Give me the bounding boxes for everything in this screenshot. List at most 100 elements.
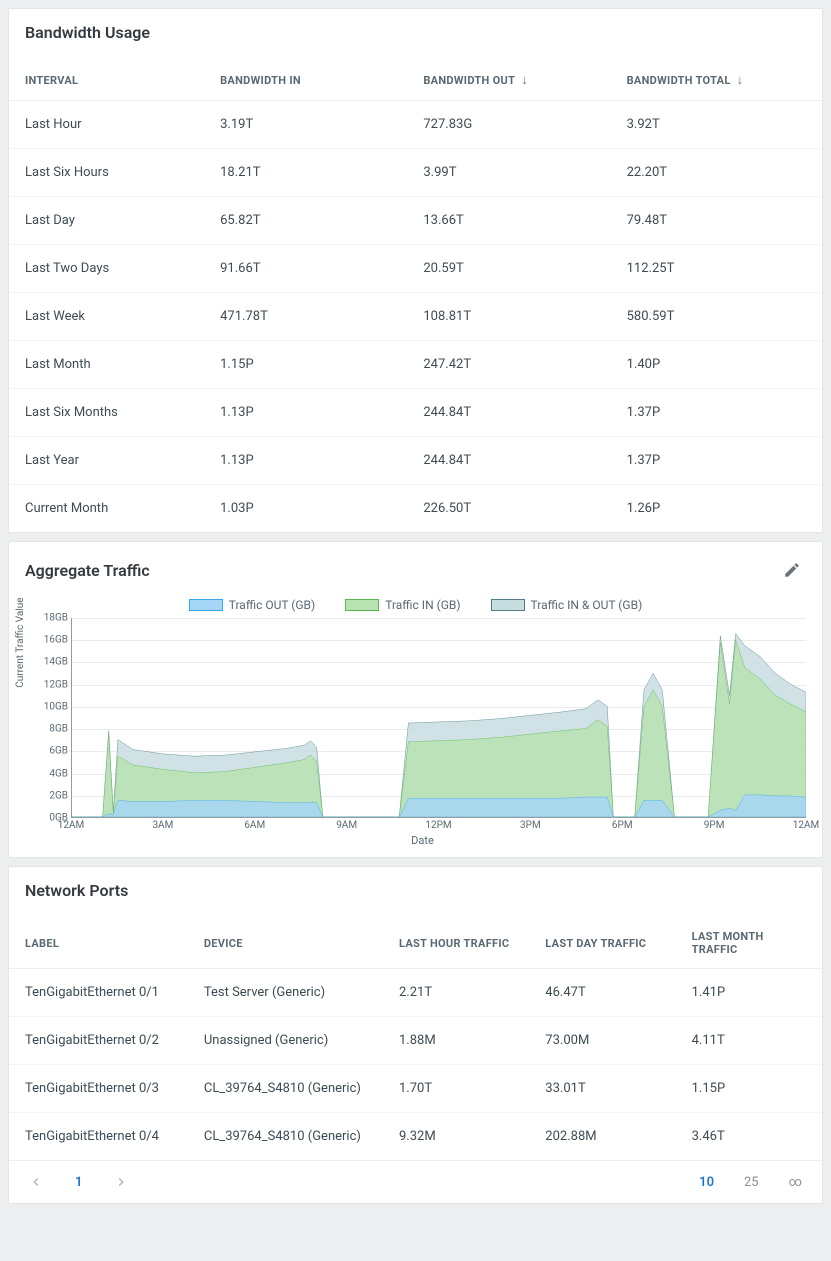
cell-in: 471.78T: [204, 293, 407, 341]
bandwidth-usage-card: Bandwidth Usage INTERVAL BANDWIDTH IN BA…: [8, 8, 823, 533]
page-size-10[interactable]: 10: [693, 1171, 720, 1194]
page-size-∞[interactable]: ∞: [783, 1171, 808, 1194]
cell-total: 22.20T: [611, 149, 822, 197]
col-bandwidth-in[interactable]: BANDWIDTH IN: [204, 52, 407, 101]
col-hour-traffic[interactable]: LAST HOUR TRAFFIC: [383, 910, 529, 969]
edit-button[interactable]: [778, 556, 806, 584]
legend-out[interactable]: Traffic OUT (GB): [189, 598, 315, 612]
ytick: 12GB: [38, 679, 68, 690]
cell-total: 1.26P: [611, 485, 822, 533]
cell-interval: Last Six Months: [9, 389, 204, 437]
col-out-label: BANDWIDTH OUT: [423, 74, 515, 87]
cell-month: 4.11T: [676, 1017, 822, 1065]
cell-hour: 9.32M: [383, 1113, 529, 1161]
cell-out: 244.84T: [407, 389, 610, 437]
cell-in: 1.13P: [204, 389, 407, 437]
col-day-text: LAST DAY TRAFFIC: [545, 937, 646, 950]
legend-out-label: Traffic OUT (GB): [229, 598, 315, 612]
chart-ylabel: Current Traffic Value: [15, 597, 26, 687]
cell-in: 65.82T: [204, 197, 407, 245]
table-row: Last Month1.15P247.42T1.40P: [9, 341, 822, 389]
table-row: Current Month1.03P226.50T1.26P: [9, 485, 822, 533]
cell-total: 1.37P: [611, 389, 822, 437]
table-row: Last Year1.13P244.84T1.37P: [9, 437, 822, 485]
col-month-traffic[interactable]: LAST MONTH TRAFFIC: [676, 910, 822, 969]
col-label[interactable]: LABEL: [9, 910, 188, 969]
cell-in: 1.15P: [204, 341, 407, 389]
cell-day: 46.47T: [529, 969, 675, 1017]
cell-in: 3.19T: [204, 101, 407, 149]
legend-both-label: Traffic IN & OUT (GB): [531, 598, 643, 612]
xtick: 12PM: [425, 820, 451, 831]
cell-label: TenGigabitEthernet 0/3: [9, 1065, 188, 1113]
chevron-left-icon: [29, 1175, 43, 1189]
xtick: 12AM: [793, 820, 820, 831]
xtick: 3PM: [520, 820, 541, 831]
ytick: 8GB: [38, 724, 68, 735]
table-row[interactable]: TenGigabitEthernet 0/3CL_39764_S4810 (Ge…: [9, 1065, 822, 1113]
ports-header: Network Ports: [9, 867, 822, 910]
ytick: 14GB: [38, 657, 68, 668]
cell-out: 244.84T: [407, 437, 610, 485]
cell-in: 18.21T: [204, 149, 407, 197]
cell-interval: Last Two Days: [9, 245, 204, 293]
legend-both[interactable]: Traffic IN & OUT (GB): [491, 598, 643, 612]
ytick: 6GB: [38, 746, 68, 757]
next-page-button[interactable]: [108, 1169, 134, 1195]
cell-total: 79.48T: [611, 197, 822, 245]
chart-plot-area: 0GB2GB4GB6GB8GB10GB12GB14GB16GB18GB: [71, 618, 806, 818]
col-bandwidth-out[interactable]: BANDWIDTH OUT↓: [407, 52, 610, 101]
ports-table: LABEL DEVICE LAST HOUR TRAFFIC LAST DAY …: [9, 910, 822, 1160]
cell-device: CL_39764_S4810 (Generic): [188, 1113, 383, 1161]
col-device[interactable]: DEVICE: [188, 910, 383, 969]
cell-total: 1.40P: [611, 341, 822, 389]
ytick: 2GB: [38, 790, 68, 801]
chart-legend: Traffic OUT (GB) Traffic IN (GB) Traffic…: [25, 598, 806, 612]
cell-device: Test Server (Generic): [188, 969, 383, 1017]
cell-label: TenGigabitEthernet 0/4: [9, 1113, 188, 1161]
network-ports-card: Network Ports LABEL DEVICE LAST HOUR TRA…: [8, 866, 823, 1204]
ytick: 18GB: [38, 613, 68, 624]
col-interval[interactable]: INTERVAL: [9, 52, 204, 101]
cell-out: 226.50T: [407, 485, 610, 533]
xtick: 6AM: [244, 820, 265, 831]
cell-day: 73.00M: [529, 1017, 675, 1065]
prev-page-button[interactable]: [23, 1169, 49, 1195]
cell-month: 3.46T: [676, 1113, 822, 1161]
legend-in-swatch: [345, 599, 379, 611]
xtick: 9PM: [704, 820, 725, 831]
cell-total: 112.25T: [611, 245, 822, 293]
bandwidth-title: Bandwidth Usage: [25, 23, 150, 42]
cell-in: 1.03P: [204, 485, 407, 533]
cell-interval: Current Month: [9, 485, 204, 533]
table-row: Last Hour3.19T727.83G3.92T: [9, 101, 822, 149]
table-row[interactable]: TenGigabitEthernet 0/4CL_39764_S4810 (Ge…: [9, 1113, 822, 1161]
col-bandwidth-total[interactable]: BANDWIDTH TOTAL↓: [611, 52, 822, 101]
cell-label: TenGigabitEthernet 0/2: [9, 1017, 188, 1065]
bandwidth-header: Bandwidth Usage: [9, 9, 822, 52]
cell-month: 1.41P: [676, 969, 822, 1017]
traffic-chart: Traffic OUT (GB) Traffic IN (GB) Traffic…: [9, 594, 822, 857]
legend-in[interactable]: Traffic IN (GB): [345, 598, 460, 612]
chevron-right-icon: [114, 1175, 128, 1189]
ytick: 10GB: [38, 701, 68, 712]
current-page[interactable]: 1: [67, 1171, 90, 1194]
cell-hour: 1.70T: [383, 1065, 529, 1113]
cell-total: 3.92T: [611, 101, 822, 149]
page-size-25[interactable]: 25: [738, 1171, 765, 1194]
legend-both-swatch: [491, 599, 525, 611]
bandwidth-table: INTERVAL BANDWIDTH IN BANDWIDTH OUT↓ BAN…: [9, 52, 822, 532]
table-row: Last Two Days91.66T20.59T112.25T: [9, 245, 822, 293]
cell-out: 108.81T: [407, 293, 610, 341]
table-row: Last Week471.78T108.81T580.59T: [9, 293, 822, 341]
table-row[interactable]: TenGigabitEthernet 0/2Unassigned (Generi…: [9, 1017, 822, 1065]
cell-device: CL_39764_S4810 (Generic): [188, 1065, 383, 1113]
cell-hour: 1.88M: [383, 1017, 529, 1065]
legend-out-swatch: [189, 599, 223, 611]
cell-total: 1.37P: [611, 437, 822, 485]
cell-out: 727.83G: [407, 101, 610, 149]
cell-total: 580.59T: [611, 293, 822, 341]
table-row[interactable]: TenGigabitEthernet 0/1Test Server (Gener…: [9, 969, 822, 1017]
col-day-traffic[interactable]: LAST DAY TRAFFIC: [529, 910, 675, 969]
cell-day: 202.88M: [529, 1113, 675, 1161]
